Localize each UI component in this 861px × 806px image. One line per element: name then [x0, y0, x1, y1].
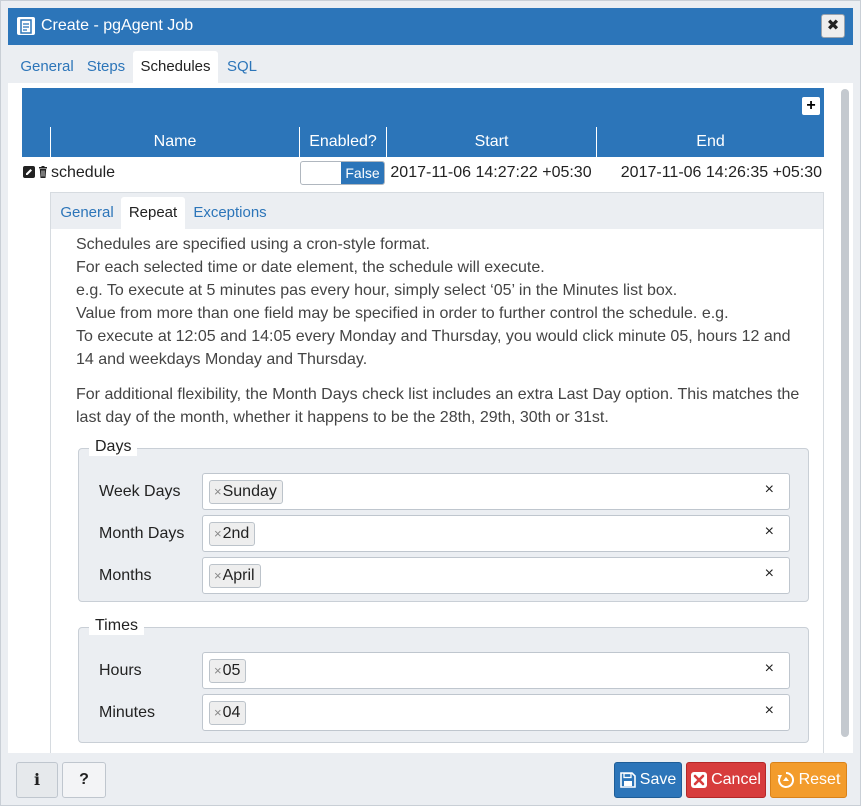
tab-general[interactable]: General [16, 51, 78, 83]
clear-icon[interactable]: × [765, 660, 774, 678]
add-icon: + [806, 97, 816, 114]
column-header-enabled[interactable]: Enabled? [299, 127, 386, 157]
chip-remove-icon[interactable]: × [214, 568, 222, 583]
help-text-1: Schedules are specified using a cron-sty… [76, 236, 430, 253]
minutes-label: Minutes [99, 704, 156, 721]
help-text-3: e.g. To execute at 5 minutes pas every h… [76, 282, 678, 299]
reset-label: Reset [798, 771, 841, 788]
repeat-tab-content: Schedules are specified using a cron-sty… [51, 229, 823, 753]
help-button[interactable]: ? [62, 762, 106, 798]
schedule-name-cell[interactable]: schedule [50, 157, 299, 188]
enabled-toggle[interactable]: False [300, 161, 385, 185]
dialog-tabs: General Steps Schedules SQL [8, 45, 853, 83]
vertical-scrollbar[interactable] [839, 89, 849, 749]
dialog-footer: i ? Save Cancel Reset [8, 753, 853, 800]
month-days-label: Month Days [99, 525, 185, 542]
days-legend: Days [89, 438, 138, 456]
schedules-grid-toolbar: + [22, 88, 824, 127]
minutes-select[interactable]: ×04 × [202, 694, 790, 731]
subtab-exceptions[interactable]: Exceptions [191, 197, 269, 229]
tab-sql[interactable]: SQL [222, 51, 262, 83]
hours-select[interactable]: ×05 × [202, 652, 790, 689]
cancel-button[interactable]: Cancel [686, 762, 766, 798]
scrollbar-thumb[interactable] [841, 89, 849, 737]
chip-remove-icon[interactable]: × [214, 484, 222, 499]
subtab-repeat[interactable]: Repeat [121, 197, 185, 229]
week-days-label: Week Days [99, 483, 181, 500]
minutes-chip: ×04 [209, 701, 247, 725]
dialog-titlebar[interactable]: Create - pgAgent Job ✖ [8, 8, 853, 45]
save-button[interactable]: Save [614, 762, 682, 798]
clear-icon[interactable]: × [765, 702, 774, 720]
column-header-name[interactable]: Name [50, 127, 299, 157]
add-schedule-button[interactable]: + [802, 97, 820, 115]
hours-chip: ×05 [209, 659, 247, 683]
days-fieldset: Days Week Days ×Sunday × Month Days ×2nd… [78, 438, 809, 602]
months-label: Months [99, 567, 152, 584]
job-icon [17, 17, 35, 35]
clear-icon[interactable]: × [765, 481, 774, 499]
column-header-actions [22, 127, 50, 157]
delete-icon[interactable] [37, 166, 49, 178]
tab-steps[interactable]: Steps [82, 51, 130, 83]
month-days-chip: ×2nd [209, 522, 256, 546]
help-text-2: For each selected time or date element, … [76, 259, 545, 276]
save-icon [619, 771, 636, 788]
clear-icon[interactable]: × [765, 565, 774, 583]
week-days-select[interactable]: ×Sunday × [202, 473, 790, 510]
chip-remove-icon[interactable]: × [214, 526, 222, 541]
schedule-end-cell[interactable]: 2017-11-06 14:26:35 +05:30 [596, 157, 824, 188]
close-icon: ✖ [826, 17, 840, 34]
cancel-label: Cancel [711, 771, 761, 788]
months-chip: ×April [209, 564, 261, 588]
edit-icon[interactable] [23, 166, 35, 178]
hours-label: Hours [99, 662, 142, 679]
schedule-start-cell[interactable]: 2017-11-06 14:27:22 +05:30 [386, 157, 596, 188]
column-header-start[interactable]: Start [386, 127, 596, 157]
help-text-4: Value from more than one field may be sp… [76, 305, 729, 322]
schedules-panel: + Name Enabled? Start End schedule False… [8, 83, 853, 753]
chip-remove-icon[interactable]: × [214, 705, 222, 720]
week-days-chip: ×Sunday [209, 480, 283, 504]
tab-schedules[interactable]: Schedules [133, 51, 218, 83]
help-text-6: For additional flexibility, the Month Da… [76, 386, 800, 426]
row-actions [22, 157, 50, 188]
reset-button[interactable]: Reset [770, 762, 847, 798]
times-fieldset: Times Hours ×05 × Minutes ×04 × [78, 617, 809, 743]
help-text-5: To execute at 12:05 and 14:05 every Mond… [76, 328, 791, 368]
chip-remove-icon[interactable]: × [214, 663, 222, 678]
close-button[interactable]: ✖ [821, 14, 845, 38]
clear-icon[interactable]: × [765, 523, 774, 541]
enabled-toggle-state: False [341, 162, 384, 184]
month-days-select[interactable]: ×2nd × [202, 515, 790, 552]
times-legend: Times [89, 617, 144, 635]
info-button[interactable]: i [16, 762, 58, 798]
column-header-end[interactable]: End [596, 127, 824, 157]
save-label: Save [639, 771, 677, 788]
months-select[interactable]: ×April × [202, 557, 790, 594]
dialog-title: Create - pgAgent Job [41, 17, 194, 34]
reset-icon [777, 771, 794, 788]
schedule-edit-panel: General Repeat Exceptions Schedules are … [50, 192, 824, 753]
subtab-general[interactable]: General [53, 197, 121, 229]
cancel-icon [691, 771, 708, 788]
create-pgagent-job-dialog: Create - pgAgent Job ✖ General Steps Sch… [0, 0, 861, 806]
